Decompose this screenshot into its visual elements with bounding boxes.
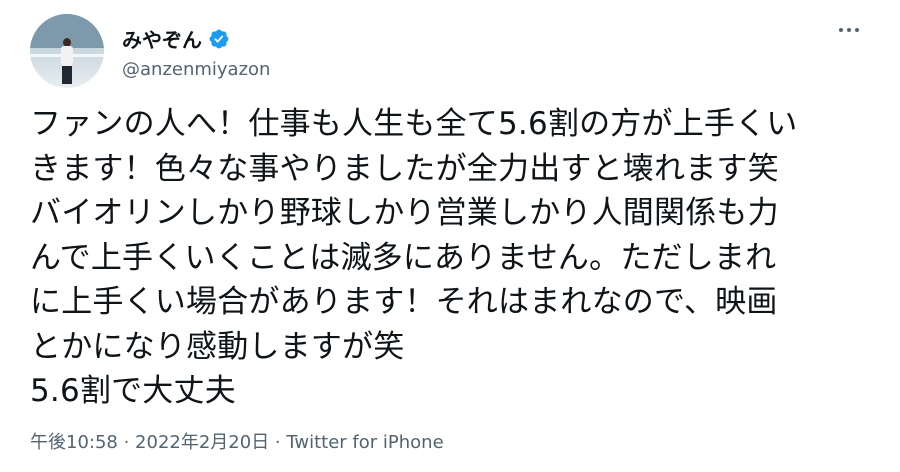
verified-badge-icon [208, 28, 230, 50]
tweet-header: みやぞん @anzenmiyazon [30, 14, 870, 90]
avatar[interactable] [30, 14, 104, 88]
display-name[interactable]: みやぞん [122, 24, 202, 53]
user-handle[interactable]: @anzenmiyazon [122, 59, 270, 80]
author-names: みやぞん @anzenmiyazon [122, 24, 270, 80]
tweet-text: ファンの人へ！仕事も人生も全て5.6割の方が上手くい きます！色々な事やりました… [30, 106, 798, 409]
more-options-icon[interactable] [834, 22, 864, 38]
tweet-timestamp[interactable]: 午後10:58 · 2022年2月20日 · Twitter for iPhon… [30, 428, 444, 454]
